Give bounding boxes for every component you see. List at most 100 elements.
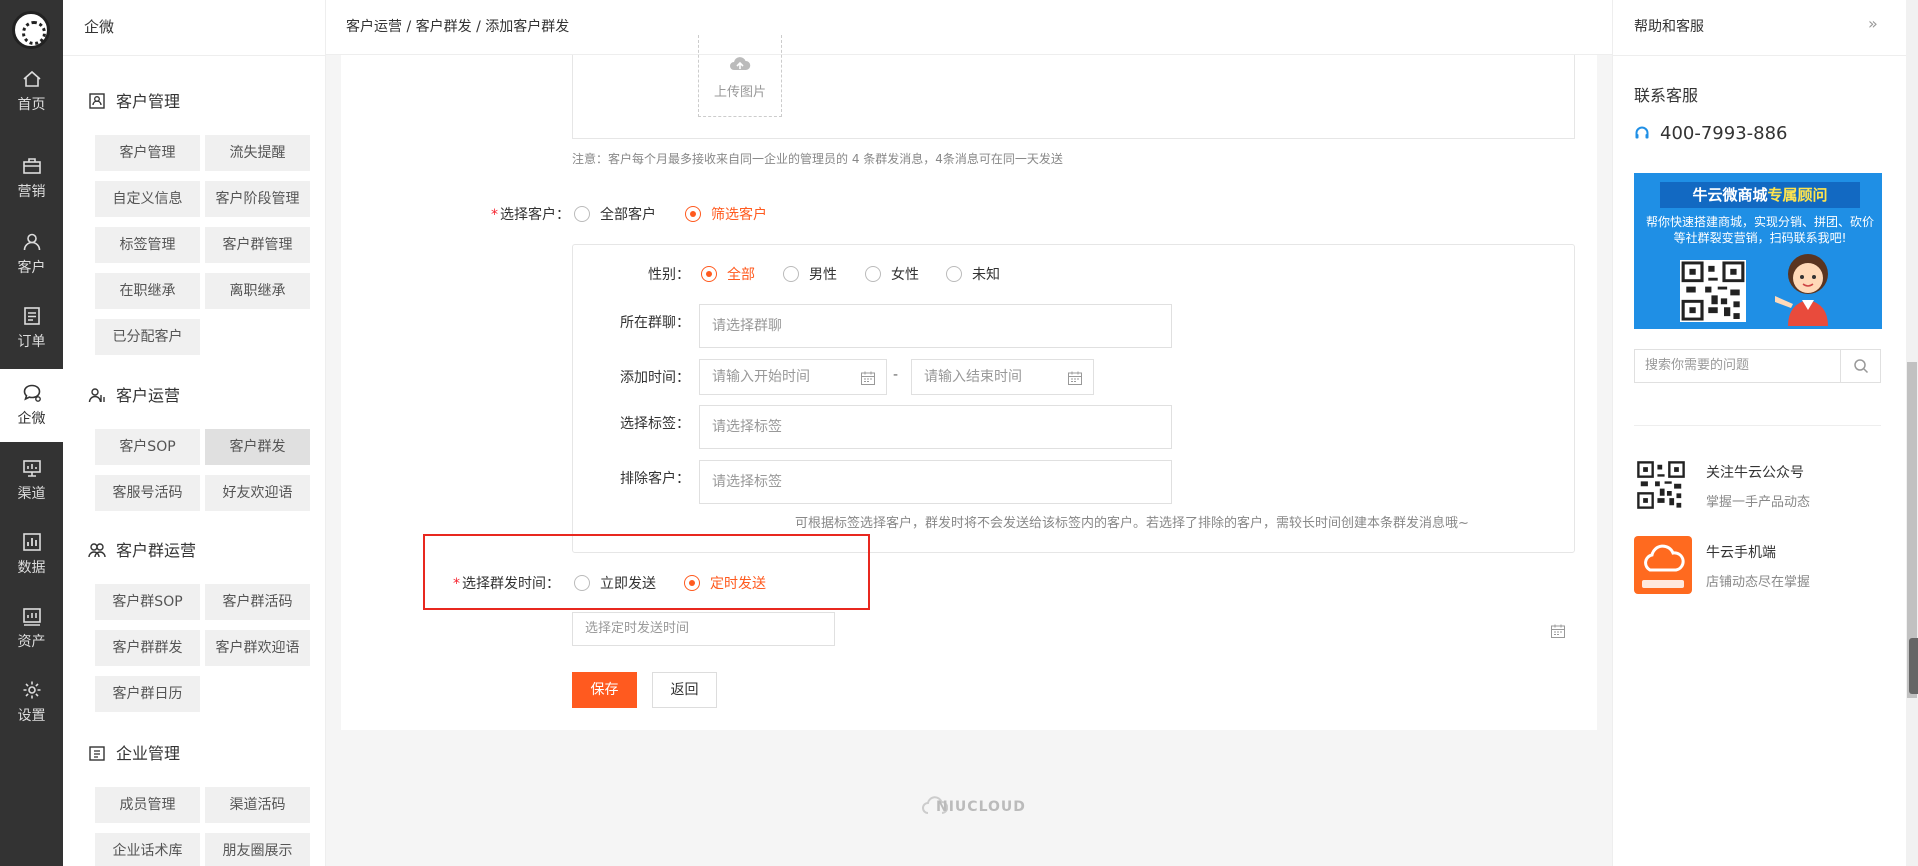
start-time-input[interactable]: 请输入开始时间: [699, 359, 887, 395]
radio-circle[interactable]: [574, 206, 590, 222]
mobile-app-icon[interactable]: [1634, 536, 1692, 594]
rail-item-5[interactable]: 企微: [0, 369, 63, 442]
radio-filter-customers[interactable]: 筛选客户: [685, 204, 767, 224]
promo-app-title[interactable]: 牛云手机端: [1706, 542, 1776, 562]
submenu-divider: [63, 55, 326, 56]
upload-image-button[interactable]: 上传图片: [698, 35, 782, 117]
radio-gender-unknown[interactable]: 未知: [946, 264, 1000, 284]
section-icon: [89, 93, 105, 109]
filter-panel: [572, 244, 1575, 553]
rail-item-label: 设置: [17, 708, 46, 724]
section-icon: [88, 388, 105, 403]
submenu-item[interactable]: 好友欢迎语: [205, 475, 310, 511]
rail-item-7[interactable]: 数据: [0, 518, 63, 591]
submenu-item[interactable]: 客户群欢迎语: [205, 630, 310, 666]
radio-send-scheduled[interactable]: 定时发送: [684, 573, 766, 593]
submenu-item[interactable]: 朋友圈展示: [205, 833, 310, 866]
select-tags-label: 选择标签：: [620, 416, 690, 432]
chat-icon: [21, 382, 43, 404]
submenu-item[interactable]: 企业话术库: [95, 833, 200, 866]
rail-item-3[interactable]: 客户: [0, 218, 63, 291]
section-icon: [88, 543, 106, 558]
submenu-item[interactable]: 客户群SOP: [95, 584, 200, 620]
banner-title: 牛云微商城专属顾问: [1660, 182, 1860, 208]
section-title-label: 企业管理: [116, 744, 181, 763]
cloud-upload-icon: [730, 57, 751, 70]
footer-logo: NIUCLOUD: [922, 795, 1026, 817]
submenu-item[interactable]: 客户管理: [95, 135, 200, 171]
submenu-item[interactable]: 离职继承: [205, 273, 310, 309]
rail-item-4[interactable]: 订单: [0, 292, 63, 365]
phone-number: 400-7993-886: [1634, 123, 1788, 144]
select-tags-input[interactable]: 请选择标签: [699, 405, 1172, 449]
radio-circle[interactable]: [684, 575, 700, 591]
side-widget-tab[interactable]: [1909, 638, 1918, 694]
app-logo[interactable]: [12, 11, 50, 49]
search-button[interactable]: [1840, 349, 1881, 383]
submenu-item[interactable]: 成员管理: [95, 787, 200, 823]
radio-circle[interactable]: [865, 266, 881, 282]
submenu-item[interactable]: 客户SOP: [95, 429, 200, 465]
calendar-icon[interactable]: [860, 370, 876, 386]
submenu-item[interactable]: 已分配客户: [95, 319, 200, 355]
radio-circle[interactable]: [685, 206, 701, 222]
radio-circle[interactable]: [783, 266, 799, 282]
calendar-icon[interactable]: [1067, 370, 1083, 386]
radio-circle[interactable]: [701, 266, 717, 282]
banner-description: 帮你快速搭建商城，实现分销、拼团、砍价等社群裂变营销，扫码联系我吧!: [1646, 215, 1875, 245]
wechat-qr-code: [1636, 460, 1686, 510]
submenu-section-title: 企业管理: [88, 740, 180, 764]
back-button[interactable]: 返回: [652, 672, 717, 708]
schedule-time-input[interactable]: 选择定时发送时间: [572, 612, 835, 646]
rail-item-label: 营销: [17, 184, 46, 200]
asset-icon: [21, 605, 43, 627]
submenu-item[interactable]: 客户群日历: [95, 676, 200, 712]
radio-send-now[interactable]: 立即发送: [574, 573, 656, 593]
rail-item-2[interactable]: 营销: [0, 142, 63, 215]
submenu-item[interactable]: 标签管理: [95, 227, 200, 263]
collapse-icon[interactable]: »: [1868, 14, 1878, 33]
end-time-input[interactable]: 请输入结束时间: [911, 359, 1094, 395]
promo-wechat-title[interactable]: 关注牛云公众号: [1706, 462, 1804, 482]
promo-wechat-subtitle: 掌握一手产品动态: [1706, 495, 1811, 510]
radio-gender-male[interactable]: 男性: [783, 264, 837, 284]
rail-item-1[interactable]: 首页: [0, 55, 63, 128]
rail-item-6[interactable]: 渠道: [0, 444, 63, 517]
breadcrumb: 客户运营 / 客户群发 / 添加客户群发: [346, 19, 570, 35]
add-time-label: 添加时间：: [620, 370, 690, 386]
submenu-item[interactable]: 客户群管理: [205, 227, 310, 263]
submenu-item[interactable]: 渠道活码: [205, 787, 310, 823]
user-icon: [21, 231, 43, 253]
qr-code-icon: [1681, 261, 1745, 321]
submenu-item[interactable]: 客户群发: [205, 429, 310, 465]
end-time-placeholder: 请输入结束时间: [924, 369, 1022, 385]
radio-all-customers[interactable]: 全部客户: [574, 204, 656, 224]
submenu-item[interactable]: 流失提醒: [205, 135, 310, 171]
submenu-item[interactable]: 客户群活码: [205, 584, 310, 620]
submenu-item[interactable]: 客户群群发: [95, 630, 200, 666]
rail-item-8[interactable]: 资产: [0, 592, 63, 665]
save-button[interactable]: 保存: [572, 672, 637, 708]
cloud-app-icon: [1642, 544, 1685, 588]
filter-tip: 可根据标签选择客户，群发时将不会发送给该标签内的客户。若选择了排除的客户，需较长…: [795, 516, 1469, 531]
order-icon: [21, 305, 43, 327]
rail-item-9[interactable]: 设置: [0, 666, 63, 739]
monitor-icon: [21, 457, 43, 479]
radio-circle[interactable]: [946, 266, 962, 282]
submenu-section-title: 客户管理: [88, 88, 180, 112]
banner-qr-code: [1680, 260, 1746, 322]
submenu-item[interactable]: 客服号活码: [95, 475, 200, 511]
radio-gender-all[interactable]: 全部: [701, 264, 755, 284]
rail-item-label: 客户: [17, 260, 46, 276]
start-time-placeholder: 请输入开始时间: [712, 369, 810, 385]
rail-item-label: 企微: [17, 411, 46, 427]
calendar-icon[interactable]: [1550, 623, 1566, 639]
submenu-item[interactable]: 自定义信息: [95, 181, 200, 217]
exclude-customers-input[interactable]: 请选择标签: [699, 460, 1172, 504]
submenu-item[interactable]: 在职继承: [95, 273, 200, 309]
radio-gender-female[interactable]: 女性: [865, 264, 919, 284]
section-title-label: 客户运营: [116, 386, 181, 405]
submenu-item[interactable]: 客户阶段管理: [205, 181, 310, 217]
radio-circle[interactable]: [574, 575, 590, 591]
group-chat-select[interactable]: 请选择群聊: [699, 304, 1172, 348]
